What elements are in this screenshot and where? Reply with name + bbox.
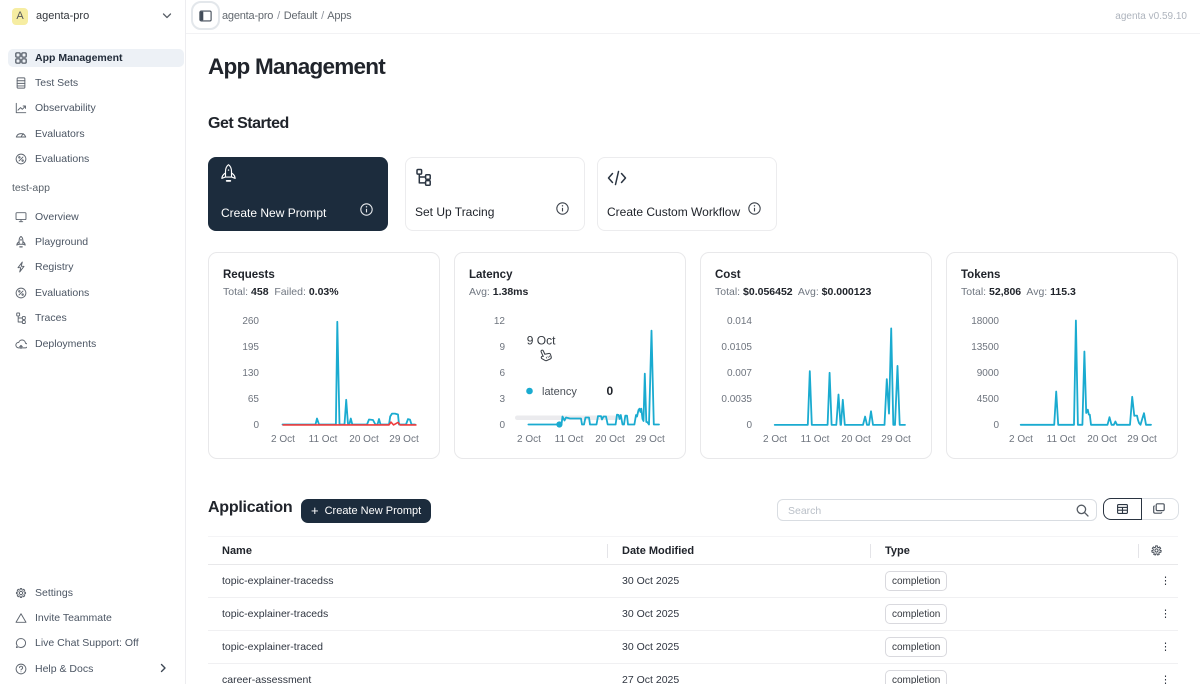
svg-text:0.007: 0.007 [727, 368, 752, 379]
svg-text:9000: 9000 [977, 368, 1000, 379]
svg-text:6: 6 [499, 368, 505, 379]
svg-text:0: 0 [746, 420, 752, 431]
svg-text:20 Oct: 20 Oct [1087, 434, 1117, 445]
svg-text:29 Oct: 29 Oct [389, 434, 419, 445]
svg-text:2 Oct: 2 Oct [763, 434, 787, 445]
svg-text:260: 260 [242, 316, 259, 327]
svg-text:0: 0 [499, 420, 505, 431]
svg-text:29 Oct: 29 Oct [635, 434, 665, 445]
svg-text:130: 130 [242, 368, 259, 379]
svg-text:0.0105: 0.0105 [721, 342, 752, 353]
svg-text:2 Oct: 2 Oct [517, 434, 541, 445]
svg-text:11 Oct: 11 Oct [555, 434, 584, 445]
svg-text:20 Oct: 20 Oct [349, 434, 379, 445]
svg-text:3: 3 [499, 394, 505, 405]
svg-text:0: 0 [993, 420, 999, 431]
svg-text:11 Oct: 11 Oct [801, 434, 830, 445]
svg-text:0: 0 [607, 384, 614, 398]
svg-text:0.014: 0.014 [727, 316, 752, 327]
svg-text:18000: 18000 [971, 316, 999, 327]
svg-text:9: 9 [499, 342, 505, 353]
svg-text:latency: latency [542, 386, 577, 398]
svg-text:13500: 13500 [971, 342, 999, 353]
svg-text:12: 12 [494, 316, 506, 327]
svg-text:9 Oct: 9 Oct [527, 334, 556, 348]
svg-text:0: 0 [253, 420, 259, 431]
svg-text:65: 65 [248, 394, 260, 405]
svg-text:29 Oct: 29 Oct [881, 434, 911, 445]
svg-text:11 Oct: 11 Oct [309, 434, 338, 445]
svg-text:2 Oct: 2 Oct [1009, 434, 1033, 445]
svg-text:0.0035: 0.0035 [721, 394, 752, 405]
svg-text:29 Oct: 29 Oct [1127, 434, 1157, 445]
svg-text:11 Oct: 11 Oct [1047, 434, 1076, 445]
svg-text:20 Oct: 20 Oct [595, 434, 625, 445]
svg-text:20 Oct: 20 Oct [841, 434, 871, 445]
svg-text:4500: 4500 [977, 394, 1000, 405]
svg-text:195: 195 [242, 342, 259, 353]
svg-text:2 Oct: 2 Oct [271, 434, 295, 445]
